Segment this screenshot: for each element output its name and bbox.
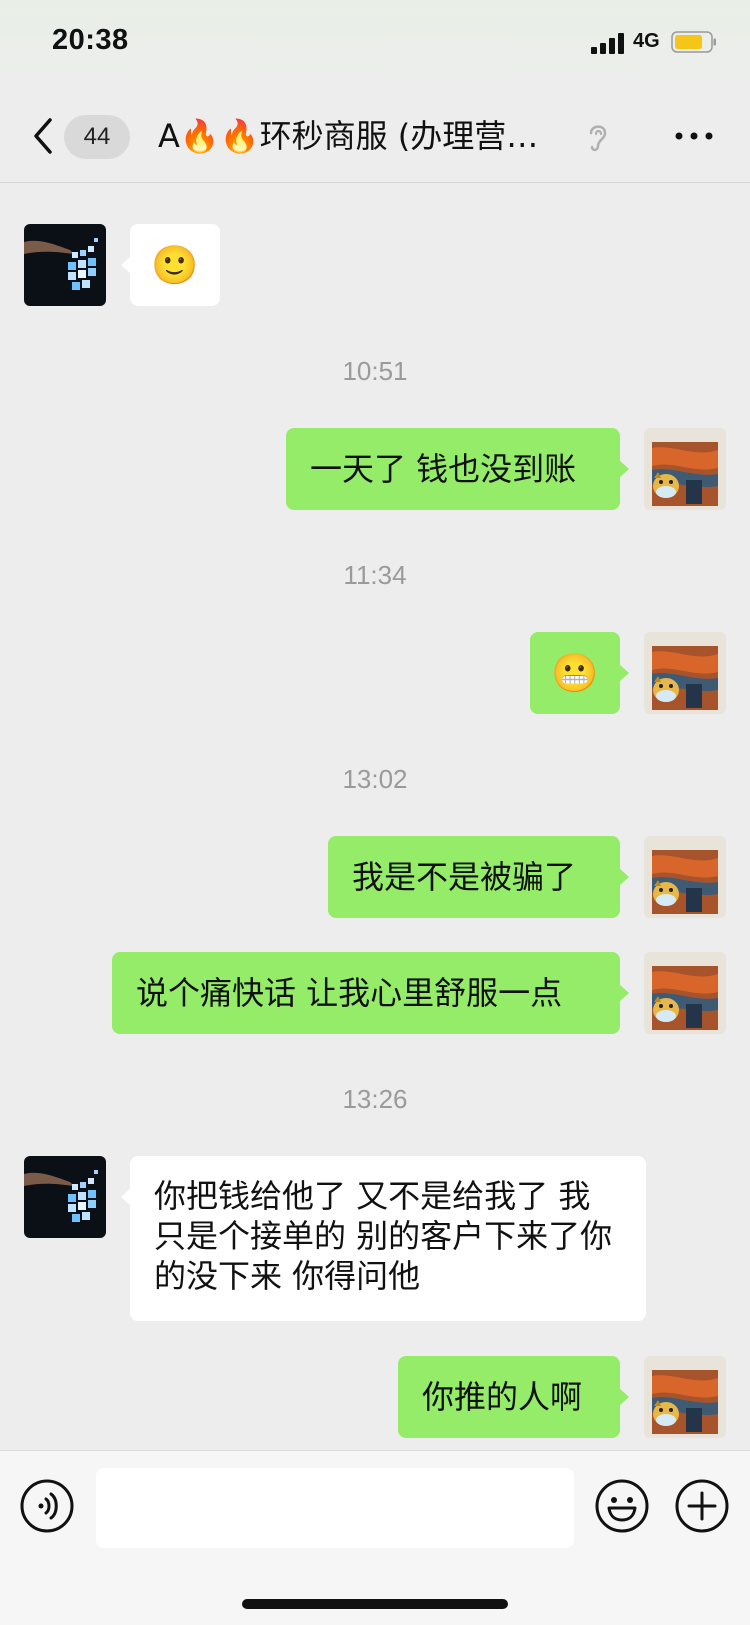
self-avatar[interactable] bbox=[644, 428, 726, 510]
status-time: 20:38 bbox=[52, 24, 129, 56]
message-text: 我是不是被骗了 bbox=[352, 858, 577, 896]
message-text: 一天了 钱也没到账 bbox=[310, 450, 577, 488]
more-dots-icon[interactable] bbox=[674, 128, 714, 144]
chat-header: 44 A🔥🔥环秒商服 (办理营… bbox=[0, 90, 750, 183]
unread-count-badge[interactable]: 44 bbox=[64, 115, 130, 159]
signal-icon bbox=[591, 33, 624, 54]
message-bubble-incoming[interactable]: 🙂 bbox=[121, 224, 220, 306]
contact-avatar[interactable] bbox=[24, 1156, 106, 1238]
message-timestamp: 11:34 bbox=[343, 560, 407, 590]
message-bubble-outgoing[interactable]: 我是不是被骗了 bbox=[328, 836, 629, 918]
emoji-icon[interactable] bbox=[595, 1479, 649, 1533]
voice-icon[interactable] bbox=[20, 1479, 74, 1533]
self-avatar[interactable] bbox=[644, 836, 726, 918]
message-text: 说个痛快话 让我心里舒服一点 bbox=[136, 974, 563, 1012]
message-bubble-outgoing[interactable]: 你推的人啊 bbox=[398, 1356, 629, 1438]
message-timestamp: 10:51 bbox=[342, 356, 408, 386]
status-bar: 20:38 4G bbox=[0, 0, 750, 90]
message-timestamp: 13:02 bbox=[342, 764, 408, 794]
message-text: 你把钱给他了 又不是给我了 我只是个接单的 别的客户下来了你的没下来 你得问他 bbox=[154, 1177, 613, 1295]
ear-icon bbox=[589, 125, 607, 152]
message-input[interactable] bbox=[96, 1468, 574, 1548]
grimace-emoji: 😬 bbox=[551, 651, 599, 695]
message-bubble-outgoing[interactable]: 😬 bbox=[530, 632, 629, 714]
self-avatar[interactable] bbox=[644, 952, 726, 1034]
self-avatar[interactable] bbox=[644, 1356, 726, 1438]
message-text: 你推的人啊 bbox=[422, 1378, 583, 1416]
network-label: 4G bbox=[633, 30, 660, 52]
message-bubble-incoming[interactable]: 你把钱给他了 又不是给我了 我只是个接单的 别的客户下来了你的没下来 你得问他 bbox=[121, 1156, 646, 1321]
smile-emoji: 🙂 bbox=[151, 243, 199, 287]
message-bubble-outgoing[interactable]: 一天了 钱也没到账 bbox=[286, 428, 629, 510]
message-bubble-outgoing[interactable]: 说个痛快话 让我心里舒服一点 bbox=[112, 952, 629, 1034]
self-avatar[interactable] bbox=[644, 632, 726, 714]
chevron-left-icon[interactable] bbox=[28, 114, 58, 158]
plus-icon[interactable] bbox=[675, 1479, 729, 1533]
home-indicator bbox=[242, 1599, 508, 1609]
contact-avatar[interactable] bbox=[24, 224, 106, 306]
message-timestamp: 13:26 bbox=[342, 1084, 408, 1114]
battery-icon bbox=[671, 31, 716, 53]
chat-title: A🔥🔥环秒商服 (办理营… bbox=[158, 117, 539, 155]
